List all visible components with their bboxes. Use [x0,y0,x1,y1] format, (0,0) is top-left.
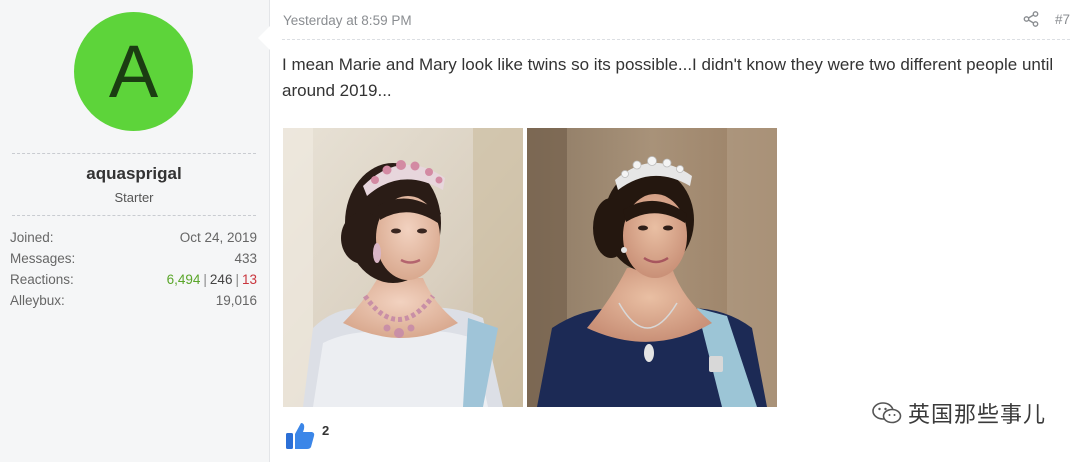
stat-value: 6,494 | 246 | 13 [167,272,257,293]
user-title: Starter [114,190,154,205]
post-actions: #7 [1023,11,1070,27]
share-icon[interactable] [1023,11,1039,27]
stat-value: 19,016 [215,293,257,308]
post-number-link[interactable]: #7 [1055,12,1070,27]
photo-mary-tiara[interactable] [283,128,523,407]
post-body: Yesterday at 8:59 PM #7 I mean Marie and… [270,0,1080,462]
reactions-neutral: 246 [209,272,233,287]
post-text: I mean Marie and Mary look like twins so… [282,55,1054,100]
divider [282,39,1070,40]
stat-messages: Messages: 433 [10,251,257,272]
photo-marie-tiara[interactable] [527,128,777,407]
separator: | [203,272,207,287]
username-link[interactable]: aquasprigal [0,164,268,184]
divider [12,215,256,216]
stat-alleybux: Alleybux: 19,016 [10,293,257,314]
photo-image [283,128,523,407]
avatar-letter: A [108,29,159,113]
watermark: 英国那些事儿 [872,397,1046,429]
post-timestamp[interactable]: Yesterday at 8:59 PM [283,13,412,28]
wechat-icon [872,402,902,424]
watermark-text: 英国那些事儿 [907,403,1046,428]
stat-label: Alleybux: [10,293,65,308]
avatar[interactable]: A [74,12,193,131]
stat-label: Reactions: [10,272,74,287]
message-arrow [258,26,270,50]
divider [12,153,256,154]
reactions-negative: 13 [241,272,257,287]
reactions-positive: 6,494 [166,272,201,287]
stat-value[interactable]: 433 [234,251,257,272]
thumbs-up-icon[interactable] [284,420,316,452]
stat-label: Messages: [10,251,76,266]
separator: | [235,272,239,287]
photo-image [527,128,777,407]
reaction-count[interactable]: 2 [322,423,329,438]
user-stats: Joined: Oct 24, 2019 Messages: 433 React… [10,230,257,314]
stat-label: Joined: [10,230,54,245]
stat-reactions: Reactions: 6,494 | 246 | 13 [10,272,257,293]
stat-joined: Joined: Oct 24, 2019 [10,230,257,251]
user-sidebar: A aquasprigal Starter Joined: Oct 24, 20… [0,0,270,462]
stat-value: Oct 24, 2019 [179,230,257,245]
